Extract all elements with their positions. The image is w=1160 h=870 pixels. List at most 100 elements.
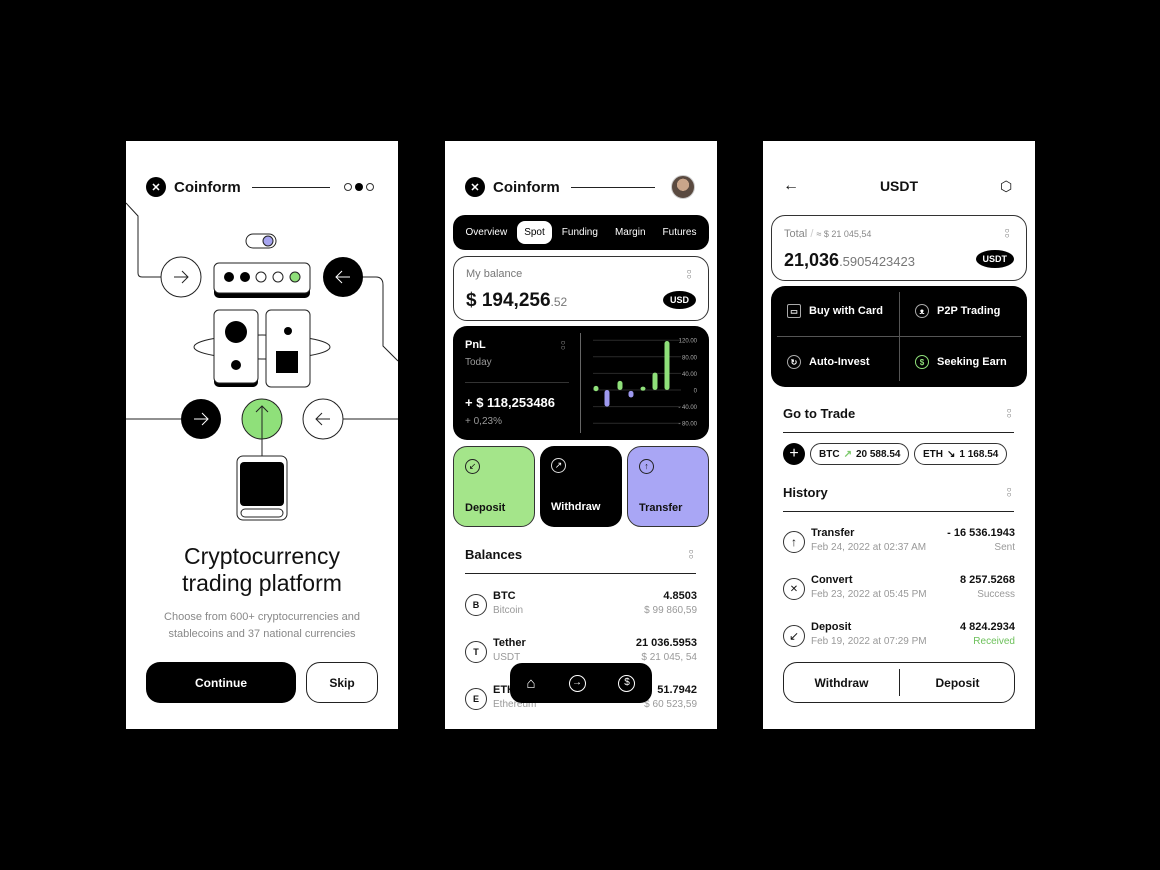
seeking-earn-button[interactable]: $ Seeking Earn [899,337,1027,387]
pnl-bar [617,380,623,390]
arrow-down-left-icon: ↙ [783,625,805,647]
onboarding-subtitle: Choose from 600+ cryptocurrencies and st… [126,609,398,643]
transfer-button[interactable]: ↑ Transfer [627,446,709,527]
withdraw-button[interactable]: Withdraw [784,663,899,702]
logo-x-icon: ✕ [465,177,485,197]
asset-name: USDT [493,652,521,663]
dollar-icon[interactable]: $ [618,674,636,692]
page-dot-active[interactable] [355,183,363,191]
asset-amount: 51.7942 [657,684,697,696]
withdraw-button[interactable]: ↗ Withdraw [540,446,622,527]
divider [783,511,1014,512]
balance-main: $ 194,256 [466,290,551,311]
asset-usd: $ 21 045, 54 [641,652,697,663]
history-type: Deposit [811,621,852,633]
tab-spot[interactable]: Spot [517,221,552,244]
trade-title: Go to Trade [783,406,856,421]
history-date: Feb 23, 2022 at 05:45 PM [811,589,927,600]
balance-row-btc[interactable]: B BTC Bitcoin 4.8503 $ 99 860,59 [465,590,697,626]
buy-with-card-button[interactable]: ▭ Buy with Card [771,286,899,336]
balance-card: My balance $ 194,256.52 ○ ○ USD [453,256,709,321]
continue-button[interactable]: Continue [146,662,296,703]
brand-name: Coinform [493,178,560,196]
y-tick-label: - 80.00 [678,422,697,428]
divider [252,187,330,188]
user-icon: ᴥ [915,304,929,318]
brand-logo: ✕ Coinform [465,177,560,197]
more-icon[interactable]: ○ ○ [1006,486,1012,499]
balance-label: My balance [466,268,523,280]
tab-overview[interactable]: Overview [459,221,515,244]
arrow-up-right-icon: ↗ [843,448,852,460]
y-tick-label: - 40.00 [678,405,697,411]
tab-futures[interactable]: Futures [656,221,704,244]
divider [777,336,1021,337]
history-row-convert[interactable]: ✕ Convert Feb 23, 2022 at 05:45 PM 8 257… [783,574,1015,610]
pnl-bar [593,385,599,392]
onboarding-title: Cryptocurrency trading platform [126,543,398,597]
page-dot[interactable] [344,183,352,191]
auto-invest-button[interactable]: ↻ Auto-Invest [771,337,899,387]
more-icon[interactable]: ○ ○ [688,548,694,561]
page-indicator[interactable] [344,183,374,191]
add-icon[interactable]: + [783,443,805,465]
history-status: Received [973,636,1015,647]
trade-chip-eth[interactable]: ETH ↘ 1 168.54 [914,443,1008,465]
refresh-icon: ↻ [787,355,801,369]
home-icon[interactable]: ⌂ [526,675,535,692]
pnl-chart: 120.00 80.00 40.00 0 - 40.00 - 80.00 [593,339,698,428]
p2p-trading-button[interactable]: ᴥ P2P Trading [899,286,1027,336]
action-label: Seeking Earn [937,356,1007,368]
tab-bar: Overview Spot Funding Margin Futures [453,215,709,250]
deposit-button[interactable]: Deposit [900,663,1015,702]
arrow-up-icon: ↑ [783,531,805,553]
total-card: Total / ≈ $ 21 045,54 21,036.5905423423 … [771,215,1027,281]
deposit-button[interactable]: ↙ Deposit [453,446,535,527]
history-title: History [783,485,828,500]
pnl-bar [640,386,646,391]
currency-badge[interactable]: USDT [975,250,1014,268]
arrow-up-right-icon: ↗ [551,458,566,473]
asset-detail-screen: ← USDT ⬡ Total / ≈ $ 21 045,54 21,036.59… [763,141,1035,729]
asset-usd: $ 99 860,59 [644,605,697,616]
history-status: Sent [994,542,1015,553]
pnl-bar [652,372,658,390]
asset-amount: 4.8503 [663,590,697,602]
tab-margin[interactable]: Margin [608,221,653,244]
onboarding-screen: ✕ Coinform Cryptocurrency trading platfor… [126,141,398,729]
title-line: trading platform [182,570,342,596]
eth-icon: E [465,688,487,710]
skip-button[interactable]: Skip [306,662,378,703]
more-icon[interactable]: ○ ○ [1006,407,1012,420]
title-line: Cryptocurrency [184,543,340,569]
chip-symbol: BTC [819,448,840,460]
total-usd: ≈ $ 21 045,54 [816,229,872,239]
history-amount: 4 824.2934 [959,621,1015,633]
settings-hexagon-icon[interactable]: ⬡ [1000,178,1012,195]
page-dot[interactable] [366,183,374,191]
tab-funding[interactable]: Funding [555,221,605,244]
currency-badge[interactable]: USD [662,291,696,309]
history-status: Success [977,589,1015,600]
withdraw-label: Withdraw [551,501,601,513]
more-icon[interactable]: ○ ○ [686,268,692,281]
asset-symbol: BTC [493,590,516,602]
arrow-down-right-icon: ↘ [947,448,956,460]
balance-value: $ 194,256.52 [466,290,567,312]
more-icon[interactable]: ○ ○ [1004,227,1010,240]
arrow-up-icon: ↑ [639,459,654,474]
history-date: Feb 24, 2022 at 02:37 AM [811,542,927,553]
asset-symbol: Tether [493,637,526,649]
total-label: Total [784,228,808,240]
history-row-transfer[interactable]: ↑ Transfer Feb 24, 2022 at 02:37 AM - 16… [783,527,1015,563]
transfer-icon[interactable]: → [568,674,586,692]
avatar[interactable] [671,175,695,199]
total-main: 21,036 [784,250,840,270]
btc-icon: B [465,594,487,616]
history-amount: 8 257.5268 [959,574,1015,586]
history-row-deposit[interactable]: ↙ Deposit Feb 19, 2022 at 07:29 PM 4 824… [783,621,1015,657]
dollar-icon: $ [915,355,929,369]
history-amount: - 16 536.1943 [947,527,1015,539]
trade-chip-btc[interactable]: BTC ↗ 20 588.54 [810,443,910,465]
y-tick-label: 40.00 [682,372,698,378]
